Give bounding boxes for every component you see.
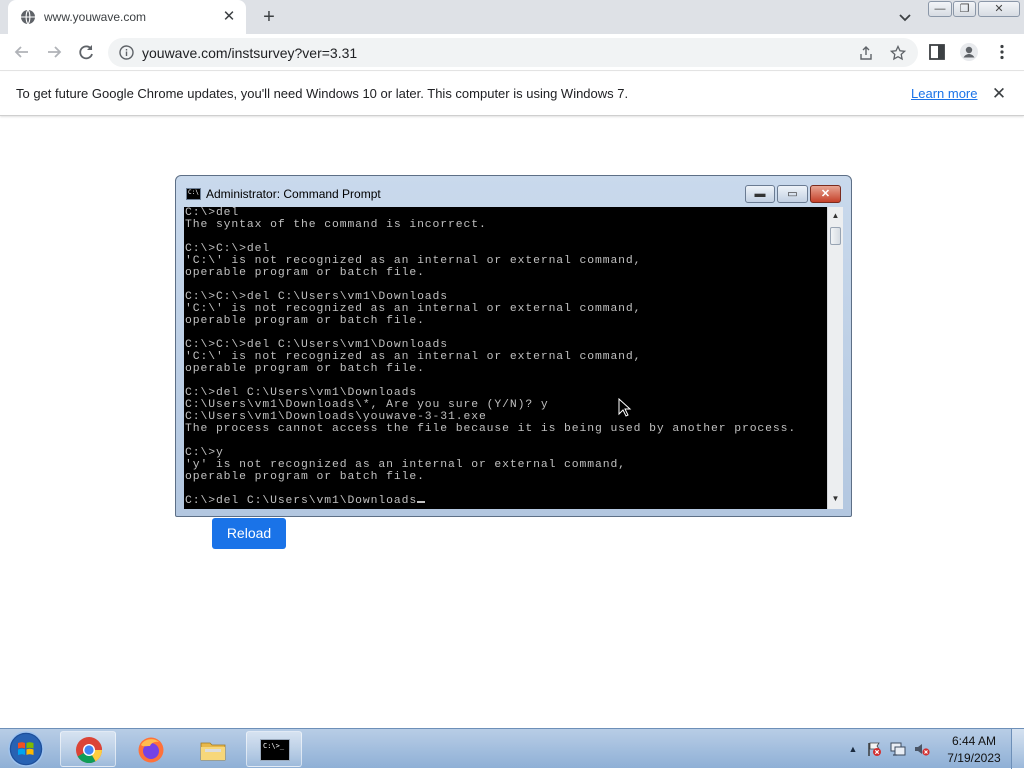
taskbar: C:\>_ ▲ 6:44 AM 7/19/2023 — [0, 728, 1024, 769]
update-infobar: To get future Google Chrome updates, you… — [0, 72, 1024, 116]
cmd-close-button[interactable]: ✕ — [810, 185, 841, 203]
console-line: C:\>C:\>del C:\Users\vm1\Downloads — [185, 339, 449, 351]
kebab-menu-icon[interactable] — [992, 42, 1012, 62]
profile-avatar-icon[interactable] — [959, 42, 979, 62]
show-hidden-icons-arrow-icon[interactable]: ▲ — [845, 741, 861, 757]
scroll-thumb[interactable] — [830, 227, 841, 245]
tab-close-icon[interactable]: ✕ — [220, 8, 238, 26]
console-line: C:\>C:\>del C:\Users\vm1\Downloads — [185, 291, 449, 303]
taskbar-cmd-button[interactable]: C:\>_ — [246, 731, 302, 767]
forward-arrow-icon[interactable] — [43, 41, 65, 63]
show-desktop-button[interactable] — [1011, 729, 1024, 769]
tab-search-chevron-icon[interactable] — [896, 8, 914, 26]
console-line: C:\>del C:\Users\vm1\Downloads — [185, 495, 796, 507]
console-line: operable program or batch file. — [185, 363, 425, 375]
back-arrow-icon[interactable] — [11, 41, 33, 63]
console-line: C:\>C:\>del — [185, 243, 271, 255]
console-line: C:\Users\vm1\Downloads\youwave-3-31.exe — [185, 411, 487, 423]
site-info-icon[interactable] — [119, 45, 134, 60]
scroll-down-arrow-icon[interactable]: ▼ — [828, 492, 843, 506]
url-text[interactable]: youwave.com/instsurvey?ver=3.31 — [142, 45, 357, 61]
console-line: The process cannot access the file becau… — [185, 423, 797, 435]
command-prompt-window[interactable]: C:\ Administrator: Command Prompt ▬ ▭ ✕ … — [175, 175, 852, 517]
cmd-window-icon[interactable]: C:\ — [186, 188, 201, 200]
console-line: C:\>y — [185, 447, 224, 459]
taskbar-chrome-button[interactable] — [60, 731, 116, 767]
console-line: C:\>del C:\Users\vm1\Downloads — [185, 387, 418, 399]
taskbar-firefox-button[interactable] — [122, 731, 178, 767]
clock-date[interactable]: 7/19/2023 — [944, 751, 1004, 765]
volume-muted-icon[interactable] — [914, 741, 930, 757]
cmd-maximize-button[interactable]: ▭ — [777, 185, 808, 203]
reload-icon[interactable] — [75, 41, 97, 63]
bookmark-star-icon[interactable] — [890, 45, 906, 61]
text-cursor — [417, 501, 426, 503]
chrome-icon — [76, 737, 103, 764]
console-line: C:\>del — [185, 207, 240, 219]
window-close-button[interactable]: ✕ — [978, 1, 1020, 17]
infobar-close-icon[interactable]: ✕ — [989, 84, 1009, 104]
side-panel-icon[interactable] — [927, 42, 947, 62]
tab-title: www.youwave.com — [44, 10, 147, 24]
learn-more-link[interactable]: Learn more — [911, 86, 977, 101]
new-tab-button[interactable]: + — [258, 6, 280, 28]
console-lines: C:\>del The syntax of the command is inco… — [185, 207, 796, 507]
tab-strip: www.youwave.com ✕ + — ❐ ✕ — [0, 0, 1024, 34]
reload-button[interactable]: Reload — [212, 518, 286, 549]
console-line: operable program or batch file. — [185, 267, 425, 279]
scroll-up-arrow-icon[interactable]: ▲ — [828, 209, 843, 223]
share-icon[interactable] — [858, 45, 874, 61]
browser-toolbar: youwave.com/instsurvey?ver=3.31 — [0, 34, 1024, 71]
cmd-icon: C:\>_ — [260, 739, 290, 761]
explorer-icon — [200, 742, 226, 761]
cmd-minimize-button[interactable]: ▬ — [745, 185, 775, 203]
network-icon[interactable] — [890, 741, 906, 757]
clock-time[interactable]: 6:44 AM — [944, 734, 1004, 748]
console-line: 'y' is not recognized as an internal or … — [185, 459, 626, 471]
address-bar[interactable]: youwave.com/instsurvey?ver=3.31 — [108, 38, 918, 67]
mouse-pointer-icon — [618, 398, 632, 417]
browser-tab[interactable]: www.youwave.com ✕ — [8, 0, 246, 34]
infobar-message: To get future Google Chrome updates, you… — [16, 86, 629, 101]
console-line: The syntax of the command is incorrect. — [185, 219, 487, 231]
console-line: operable program or batch file. — [185, 315, 425, 327]
start-button-windows-orb-icon[interactable] — [4, 730, 48, 768]
console-scrollbar[interactable]: ▲ ▼ — [827, 207, 843, 509]
console-output[interactable]: C:\>del The syntax of the command is inco… — [184, 207, 827, 509]
console-line: 'C:\' is not recognized as an internal o… — [185, 255, 642, 267]
taskbar-explorer-button[interactable] — [184, 731, 240, 767]
action-center-flag-icon[interactable] — [866, 741, 882, 757]
console-line: 'C:\' is not recognized as an internal o… — [185, 303, 642, 315]
console-line: 'C:\' is not recognized as an internal o… — [185, 351, 642, 363]
cmd-titlebar[interactable]: C:\ Administrator: Command Prompt ▬ ▭ ✕ — [176, 176, 851, 206]
console-line: operable program or batch file. — [185, 471, 425, 483]
cmd-window-title: Administrator: Command Prompt — [206, 187, 381, 201]
firefox-icon — [138, 737, 164, 763]
window-restore-button[interactable]: ❐ — [953, 1, 976, 17]
window-minimize-button[interactable]: — — [928, 1, 952, 17]
console-line: C:\Users\vm1\Downloads\*, Are you sure (… — [185, 399, 549, 411]
globe-icon — [21, 9, 35, 25]
